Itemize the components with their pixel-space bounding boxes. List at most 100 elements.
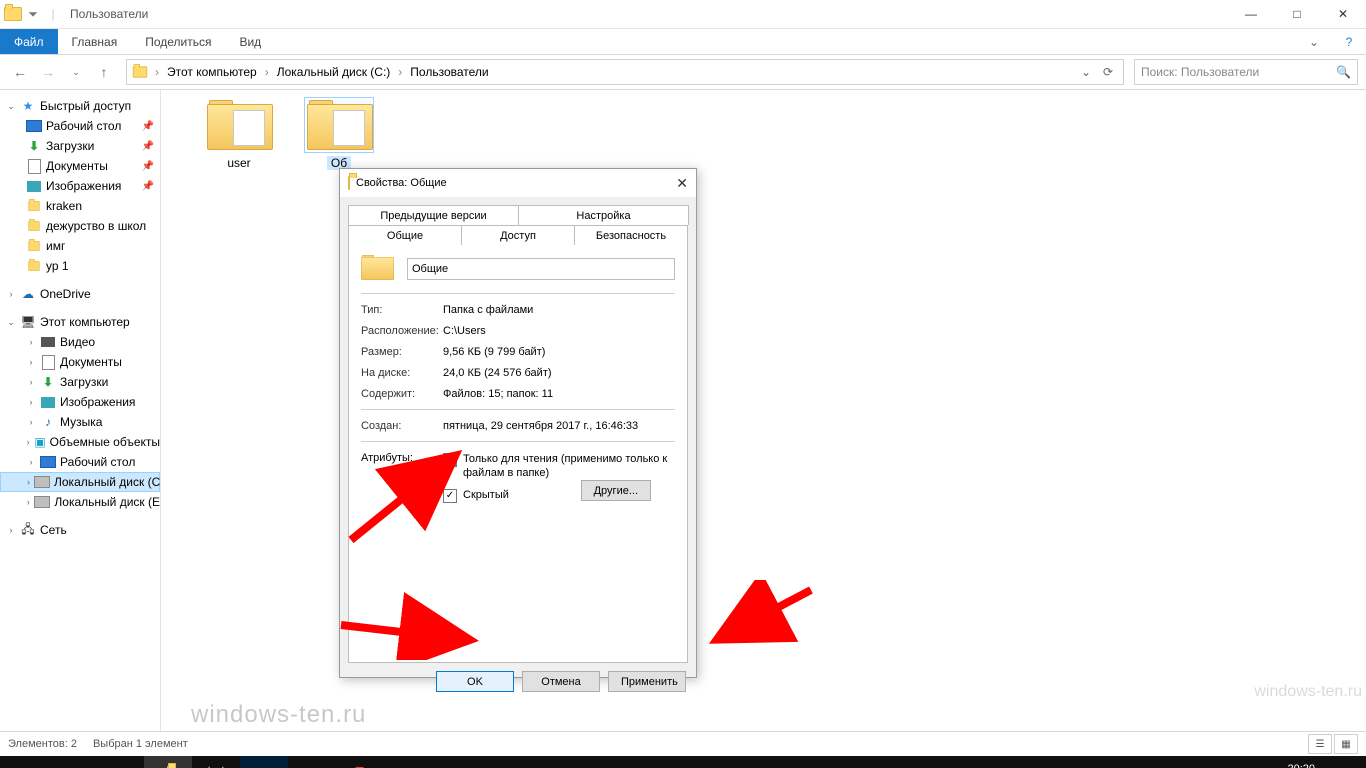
tree-network[interactable]: ›🖧Сеть	[0, 520, 160, 540]
folder-name-input[interactable]	[407, 258, 675, 280]
tree-pictures[interactable]: ›Изображения	[0, 392, 160, 412]
ribbon-tab-share[interactable]: Поделиться	[131, 29, 225, 54]
taskbar-visualstudio[interactable]: ◈	[288, 756, 336, 768]
tree-downloads[interactable]: ⬇Загрузки📌	[0, 136, 160, 156]
tree-onedrive[interactable]: ›☁OneDrive	[0, 284, 160, 304]
tray-clock[interactable]: 20:20 20.20.20.20	[1272, 763, 1330, 768]
folder-icon	[26, 238, 42, 254]
star-icon: ★	[20, 98, 36, 114]
window-titlebar: ⏷ | Пользователи ― □ ✕	[0, 0, 1366, 29]
other-attributes-button[interactable]: Другие...	[581, 480, 651, 501]
search-button[interactable]: ○	[48, 756, 96, 768]
maximize-button[interactable]: □	[1274, 0, 1320, 28]
breadcrumb-disk[interactable]: Локальный диск (C:)	[275, 65, 393, 79]
label-size: Размер:	[361, 346, 443, 358]
pin-icon: 📌	[142, 161, 154, 172]
view-icons-icon[interactable]: ▦	[1334, 734, 1358, 754]
qat-dropdown-icon[interactable]: ⏷	[24, 5, 42, 23]
taskbar-chrome[interactable]	[336, 756, 384, 768]
status-item-count: Элементов: 2	[8, 738, 77, 750]
address-bar[interactable]: › Этот компьютер › Локальный диск (C:) ›…	[126, 59, 1124, 85]
tree-folder-ur1[interactable]: ур 1	[0, 256, 160, 276]
pin-icon: 📌	[142, 181, 154, 192]
folder-icon	[131, 65, 149, 79]
download-icon: ⬇	[40, 374, 56, 390]
tree-quick-access[interactable]: ⌄★Быстрый доступ	[0, 96, 160, 116]
help-icon[interactable]: ?	[1332, 29, 1366, 54]
dialog-titlebar: Свойства: Общие ✕	[340, 169, 696, 197]
tree-folder-duty[interactable]: дежурство в школ	[0, 216, 160, 236]
taskbar-explorer[interactable]	[144, 756, 192, 768]
folder-item-public[interactable]: Об	[291, 100, 387, 170]
breadcrumb-folder[interactable]: Пользователи	[408, 65, 490, 79]
tree-documents[interactable]: ›Документы	[0, 352, 160, 372]
folder-icon	[307, 100, 371, 150]
forward-button[interactable]: →	[36, 60, 60, 84]
ok-button[interactable]: OK	[436, 671, 514, 692]
annotation-arrow	[701, 580, 821, 660]
apply-button[interactable]: Применить	[608, 671, 686, 692]
tree-desktop[interactable]: ›Рабочий стол	[0, 452, 160, 472]
annotation-arrow	[336, 590, 486, 660]
minimize-button[interactable]: ―	[1228, 0, 1274, 28]
ribbon-file-tab[interactable]: Файл	[0, 29, 58, 54]
tree-documents[interactable]: Документы📌	[0, 156, 160, 176]
refresh-icon[interactable]: ⟳	[1097, 65, 1119, 79]
tab-security[interactable]: Безопасность	[575, 225, 688, 245]
annotation-arrow	[346, 440, 476, 550]
tree-disk-e[interactable]: ›Локальный диск (E	[0, 492, 160, 512]
tree-3d[interactable]: ›▣Объемные объекты	[0, 432, 160, 452]
desktop-icon	[40, 454, 56, 470]
tree-downloads[interactable]: ›⬇Загрузки	[0, 372, 160, 392]
start-button[interactable]	[0, 756, 48, 768]
search-input[interactable]: Поиск: Пользователи 🔍	[1134, 59, 1358, 85]
taskbar-photoshop[interactable]: Ps	[240, 756, 288, 768]
value-created: пятница, 29 сентября 2017 г., 16:46:33	[443, 420, 675, 432]
watermark: windows-ten.ru	[191, 701, 366, 729]
dialog-close-button[interactable]: ✕	[658, 175, 688, 192]
folder-icon	[361, 255, 395, 283]
navigation-bar: ← → ⌄ ↑ › Этот компьютер › Локальный дис…	[0, 55, 1366, 90]
tree-folder-img[interactable]: имг	[0, 236, 160, 256]
tab-customize[interactable]: Настройка	[519, 205, 689, 225]
tree-this-pc[interactable]: ⌄🖥Этот компьютер	[0, 312, 160, 332]
ribbon-tab-home[interactable]: Главная	[58, 29, 132, 54]
ribbon: Файл Главная Поделиться Вид ⌄ ?	[0, 29, 1366, 55]
tab-previous-versions[interactable]: Предыдущие версии	[348, 205, 519, 225]
pictures-icon	[26, 178, 42, 194]
tree-disk-c[interactable]: ›Локальный диск (C	[0, 472, 160, 492]
task-view-button[interactable]: ⧉	[96, 756, 144, 768]
tree-desktop[interactable]: Рабочий стол📌	[0, 116, 160, 136]
navigation-tree[interactable]: ⌄★Быстрый доступ Рабочий стол📌 ⬇Загрузки…	[0, 90, 161, 731]
dialog-title: Свойства: Общие	[356, 177, 447, 189]
tab-sharing[interactable]: Доступ	[462, 225, 575, 245]
taskbar-calculator[interactable]: 🧮	[192, 756, 240, 768]
search-icon: 🔍	[1336, 65, 1351, 79]
pin-icon: 📌	[142, 121, 154, 132]
close-button[interactable]: ✕	[1320, 0, 1366, 28]
breadcrumb-pc[interactable]: Этот компьютер	[165, 65, 259, 79]
folder-icon	[26, 218, 42, 234]
tree-music[interactable]: ›♪Музыка	[0, 412, 160, 432]
taskbar: ○ ⧉ 🧮 Ps ◈ 👤 ˄ ᛒ ⧉ 🔊 РУС 20:20 20.20.20.…	[0, 756, 1366, 768]
tree-videos[interactable]: ›Видео	[0, 332, 160, 352]
tab-general[interactable]: Общие	[348, 225, 462, 245]
recent-dropdown[interactable]: ⌄	[64, 60, 88, 84]
up-button[interactable]: ↑	[92, 60, 116, 84]
folder-icon	[4, 5, 22, 23]
dialog-tabs: Предыдущие версии Настройка Общие Доступ…	[348, 205, 688, 245]
tree-pictures[interactable]: Изображения📌	[0, 176, 160, 196]
folder-content[interactable]: user Об Свойства: Общие ✕ Предыдущие вер…	[161, 90, 1366, 731]
watermark: windows-ten.ru	[1254, 683, 1362, 701]
ribbon-tab-view[interactable]: Вид	[225, 29, 275, 54]
back-button[interactable]: ←	[8, 60, 32, 84]
divider	[361, 293, 675, 294]
view-details-icon[interactable]: ☰	[1308, 734, 1332, 754]
folder-item-user[interactable]: user	[191, 100, 287, 170]
address-dropdown-icon[interactable]: ⌄	[1075, 65, 1097, 79]
tree-folder-kraken[interactable]: kraken	[0, 196, 160, 216]
checkbox-readonly[interactable]: Только для чтения (применимо только к фа…	[443, 452, 675, 480]
disk-icon	[34, 474, 50, 490]
cancel-button[interactable]: Отмена	[522, 671, 600, 692]
ribbon-expand-icon[interactable]: ⌄	[1296, 29, 1332, 54]
